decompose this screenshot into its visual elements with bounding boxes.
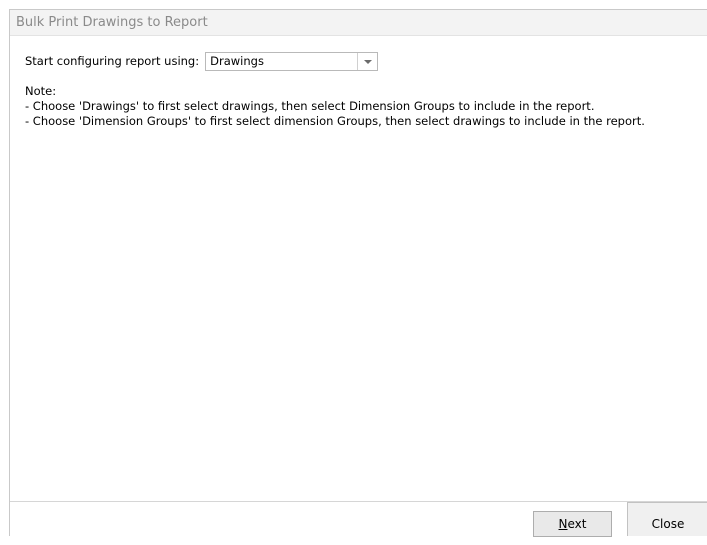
configure-by-dropdown[interactable]: Drawings (205, 51, 379, 71)
note-line-dimension-groups: - Choose 'Dimension Groups' to first sel… (25, 114, 645, 128)
notes-block: Note: - Choose 'Drawings' to first selec… (25, 84, 645, 129)
next-button-label: ext (567, 517, 587, 531)
report-dialog: Bulk Print Drawings to Report Start conf… (9, 9, 707, 537)
note-line-drawings: - Choose 'Drawings' to first select draw… (25, 99, 595, 113)
dropdown-separator (357, 52, 359, 70)
close-button[interactable]: Close (627, 502, 707, 536)
notes-heading: Note: (25, 84, 57, 98)
config-label: Start configuring report using: (25, 54, 200, 68)
next-button-mnemonic: N (558, 517, 568, 531)
config-row: Start configuring report using: Drawings (25, 50, 379, 72)
chevron-down-icon[interactable] (364, 59, 373, 64)
footer-divider (10, 501, 707, 502)
dialog-title: Bulk Print Drawings to Report (10, 10, 707, 36)
close-button-label: Close (651, 517, 685, 531)
next-button[interactable]: Next (533, 511, 612, 537)
dropdown-selected-value: Drawings (210, 53, 264, 68)
